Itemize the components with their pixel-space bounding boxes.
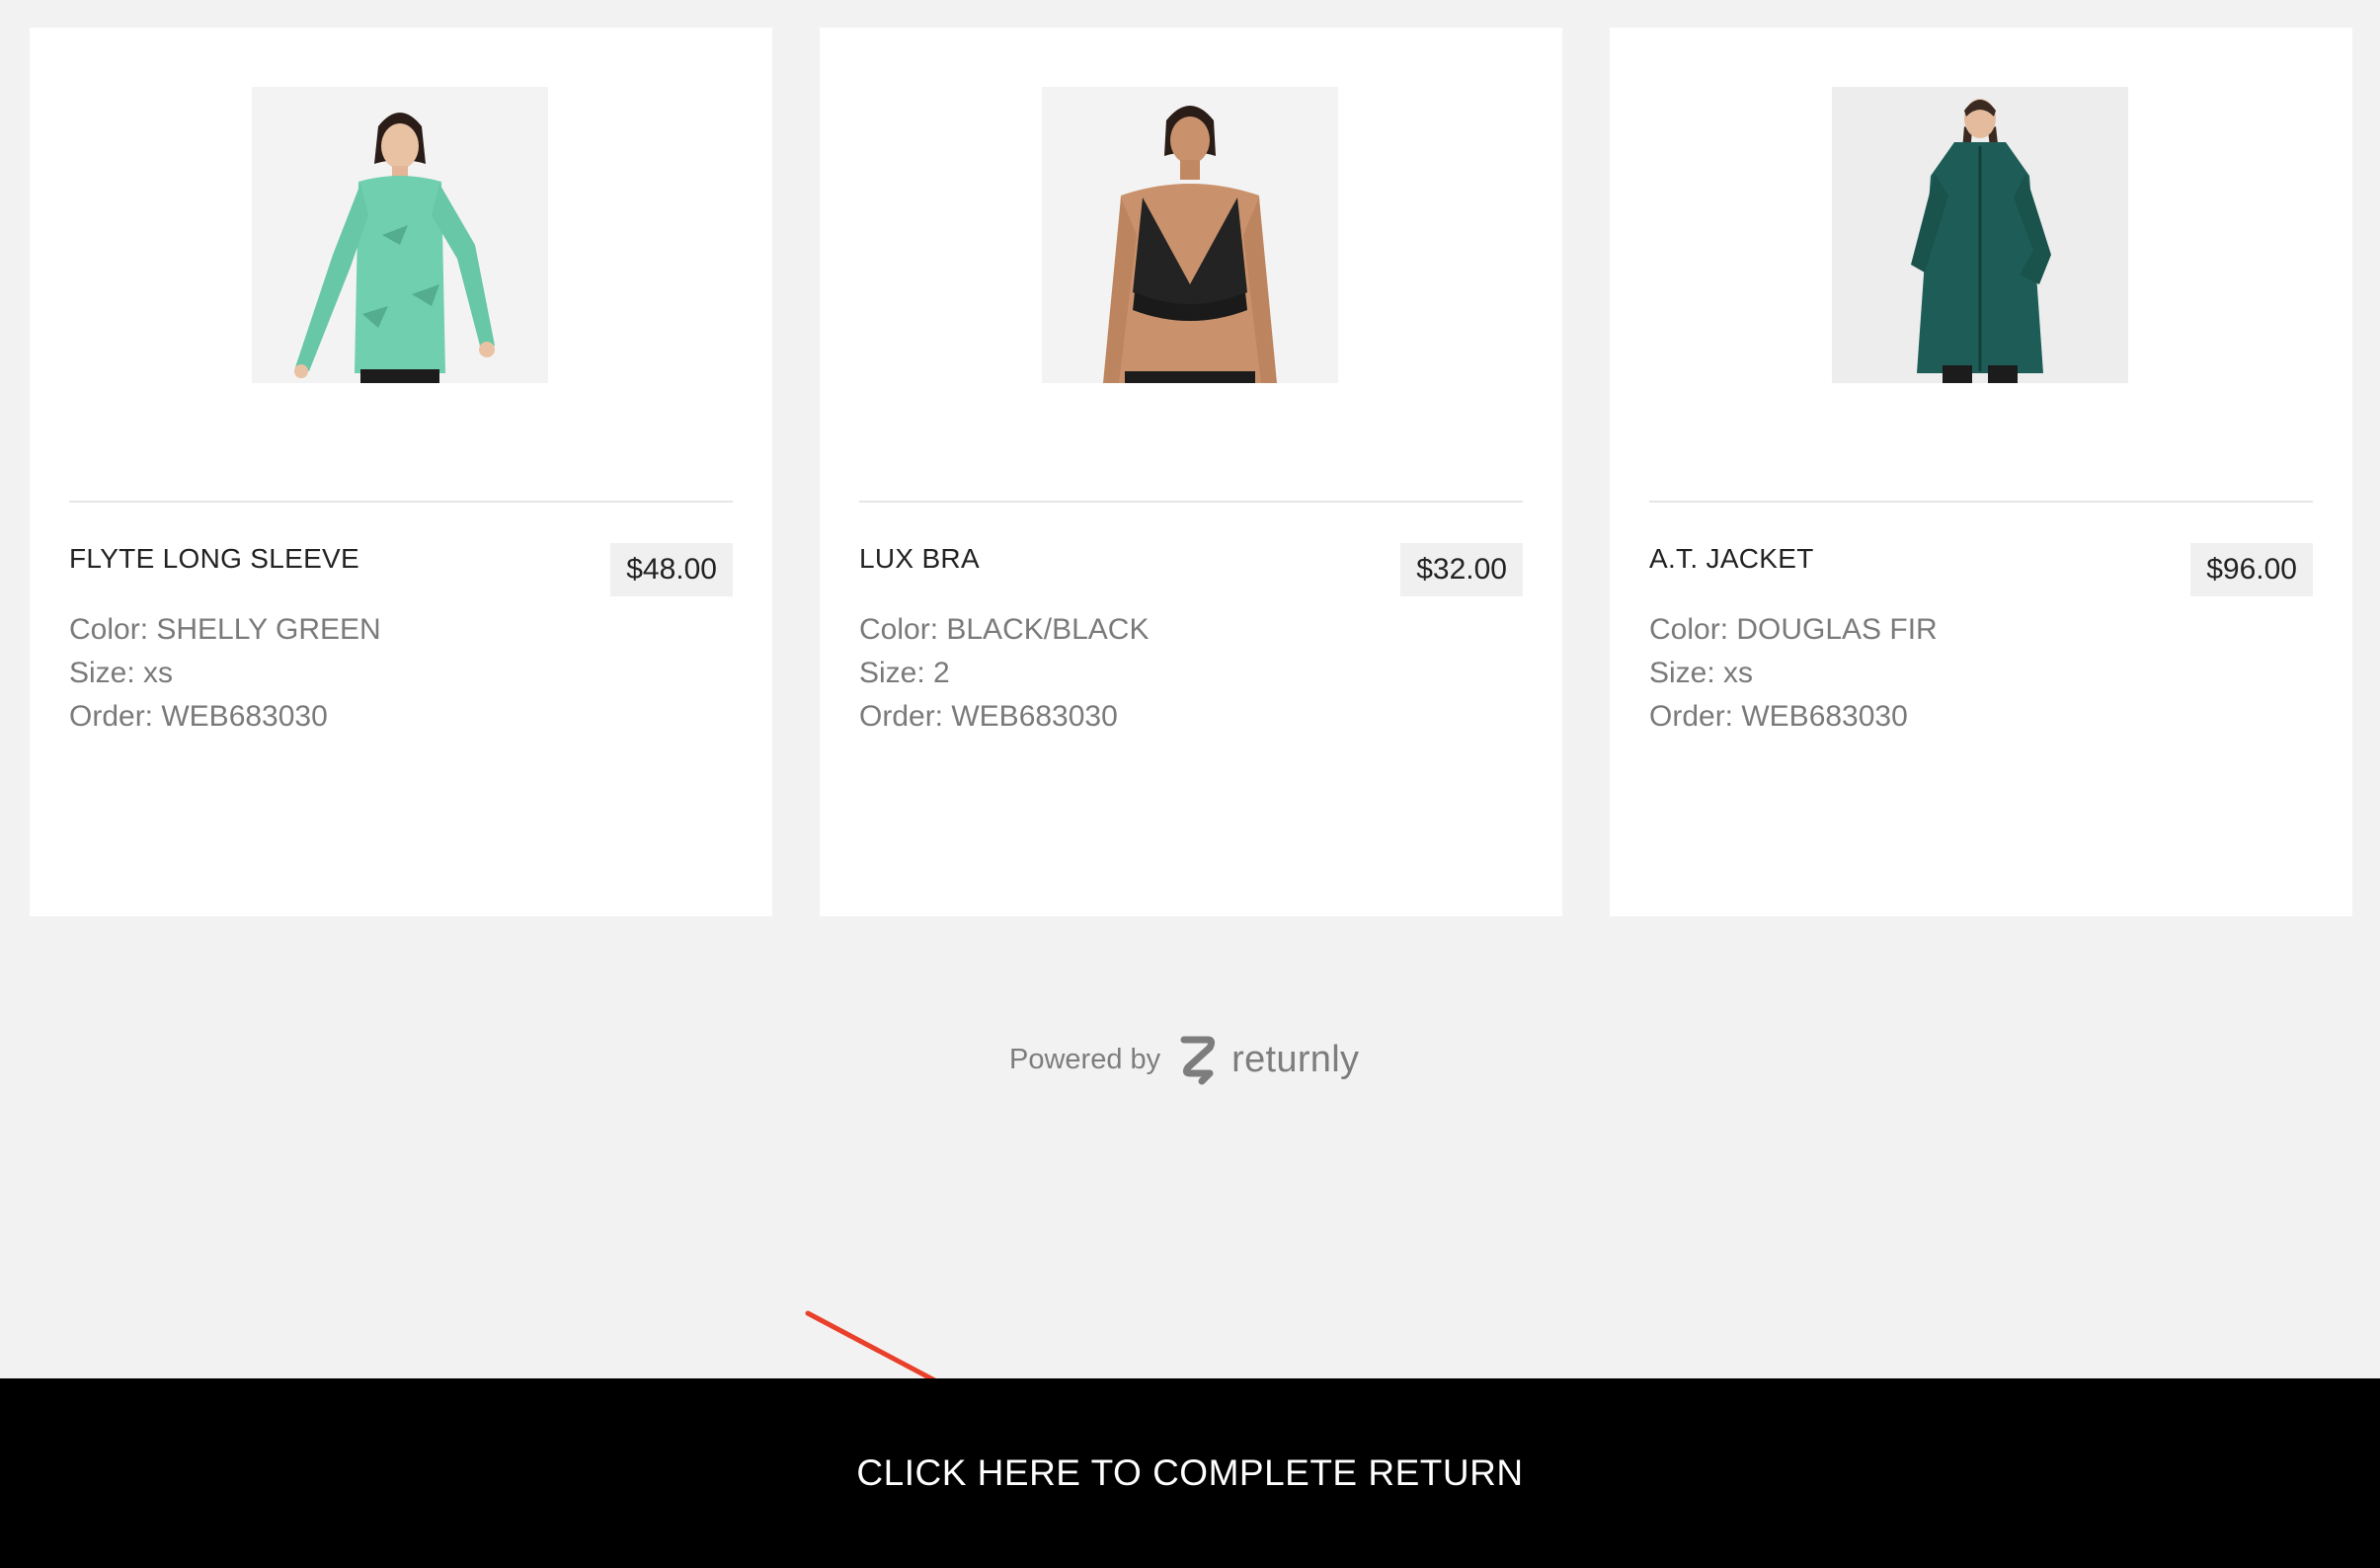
card-divider — [859, 501, 1523, 503]
returnly-logo-icon — [1180, 1036, 1216, 1085]
product-photo-long-sleeve-icon — [252, 87, 548, 383]
price-badge: $48.00 — [610, 543, 733, 596]
powered-by-label: Powered by — [1009, 1043, 1161, 1075]
product-name: LUX BRA — [859, 543, 980, 574]
product-image — [1042, 87, 1338, 383]
return-item-card: LUX BRA $32.00 Color: BLACK/BLACK Size: … — [820, 28, 1562, 916]
returnly-brand-name: returnly — [1231, 1038, 1360, 1080]
price-badge: $32.00 — [1400, 543, 1523, 596]
card-divider — [1649, 501, 2313, 503]
product-photo-bra-icon — [1042, 87, 1338, 383]
order-number: Order: WEB683030 — [1649, 700, 1908, 733]
product-details: Color: BLACK/BLACK Size: 2 Order: WEB683… — [859, 608, 1149, 739]
product-image — [252, 87, 548, 383]
product-size: Size: xs — [1649, 657, 1754, 689]
return-item-card: A.T. JACKET $96.00 Color: DOUGLAS FIR Si… — [1610, 28, 2352, 916]
order-number: Order: WEB683030 — [69, 700, 328, 733]
order-number: Order: WEB683030 — [859, 700, 1118, 733]
product-name: A.T. JACKET — [1649, 543, 1814, 574]
card-divider — [69, 501, 733, 503]
product-details: Color: DOUGLAS FIR Size: xs Order: WEB68… — [1649, 608, 1938, 739]
product-color: Color: BLACK/BLACK — [859, 613, 1150, 646]
powered-by-returnly: Powered by returnly — [1009, 1030, 1359, 1089]
product-color: Color: SHELLY GREEN — [69, 613, 381, 646]
complete-return-button[interactable]: CLICK HERE TO COMPLETE RETURN — [0, 1378, 2380, 1568]
product-details: Color: SHELLY GREEN Size: xs Order: WEB6… — [69, 608, 381, 739]
returnly-logo[interactable]: returnly — [1178, 1032, 1359, 1087]
return-item-card: FLYTE LONG SLEEVE $48.00 Color: SHELLY G… — [30, 28, 772, 916]
product-photo-jacket-icon — [1832, 87, 2128, 383]
product-color: Color: DOUGLAS FIR — [1649, 613, 1938, 646]
return-items-grid: FLYTE LONG SLEEVE $48.00 Color: SHELLY G… — [0, 0, 2380, 928]
product-size: Size: xs — [69, 657, 174, 689]
product-image — [1832, 87, 2128, 383]
product-name: FLYTE LONG SLEEVE — [69, 543, 360, 574]
product-size: Size: 2 — [859, 657, 950, 689]
price-badge: $96.00 — [2190, 543, 2313, 596]
